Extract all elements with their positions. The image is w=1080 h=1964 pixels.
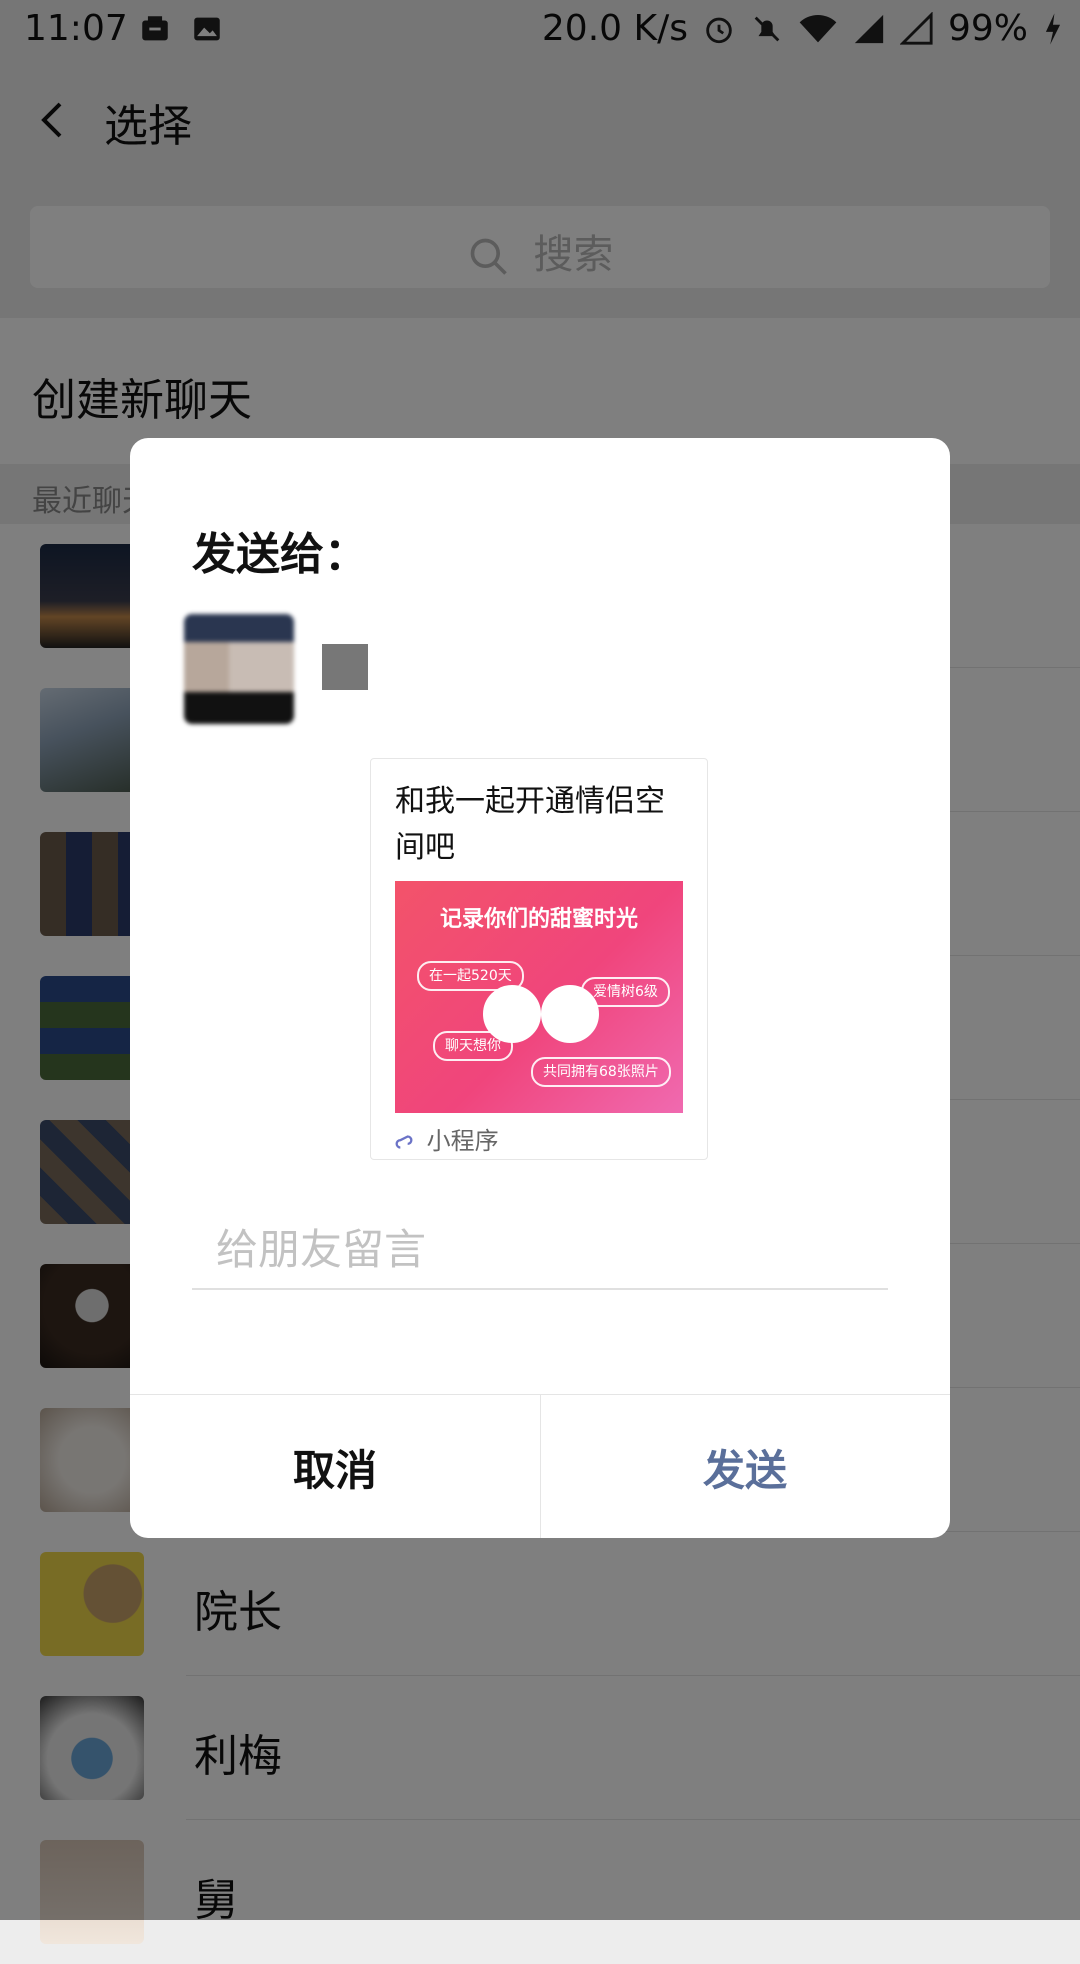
card-thumbnail: 记录你们的甜蜜时光 在一起520天 爱情树6级 聊天想你 共同拥有68张照片 <box>395 881 683 1113</box>
recipient-name-redacted <box>322 644 368 690</box>
card-pill: 共同拥有68张照片 <box>531 1057 671 1087</box>
share-dialog: 发送给： 和我一起开通情侣空间吧 记录你们的甜蜜时光 在一起520天 爱情树6级… <box>130 438 950 1538</box>
cartoon-boy-avatar <box>483 985 541 1043</box>
dialog-title: 发送给： <box>192 529 368 580</box>
mini-program-card: 和我一起开通情侣空间吧 记录你们的甜蜜时光 在一起520天 爱情树6级 聊天想你… <box>370 758 708 1160</box>
card-footer-label: 小程序 <box>426 1127 499 1155</box>
contact-picker-screen: 11:07 20.0 K/s <box>0 0 1080 1944</box>
cancel-button[interactable]: 取消 <box>130 1395 541 1538</box>
dialog-buttons: 取消 发送 <box>130 1394 950 1538</box>
mini-program-icon <box>395 1135 413 1149</box>
message-field <box>192 1214 888 1290</box>
recipient-avatar <box>184 614 294 724</box>
card-footer: 小程序 <box>393 1121 499 1156</box>
message-input[interactable] <box>214 1224 878 1275</box>
cartoon-girl-avatar <box>541 985 599 1043</box>
card-title: 和我一起开通情侣空间吧 <box>395 784 665 865</box>
card-headline: 记录你们的甜蜜时光 <box>439 907 638 932</box>
send-button[interactable]: 发送 <box>540 1395 950 1538</box>
